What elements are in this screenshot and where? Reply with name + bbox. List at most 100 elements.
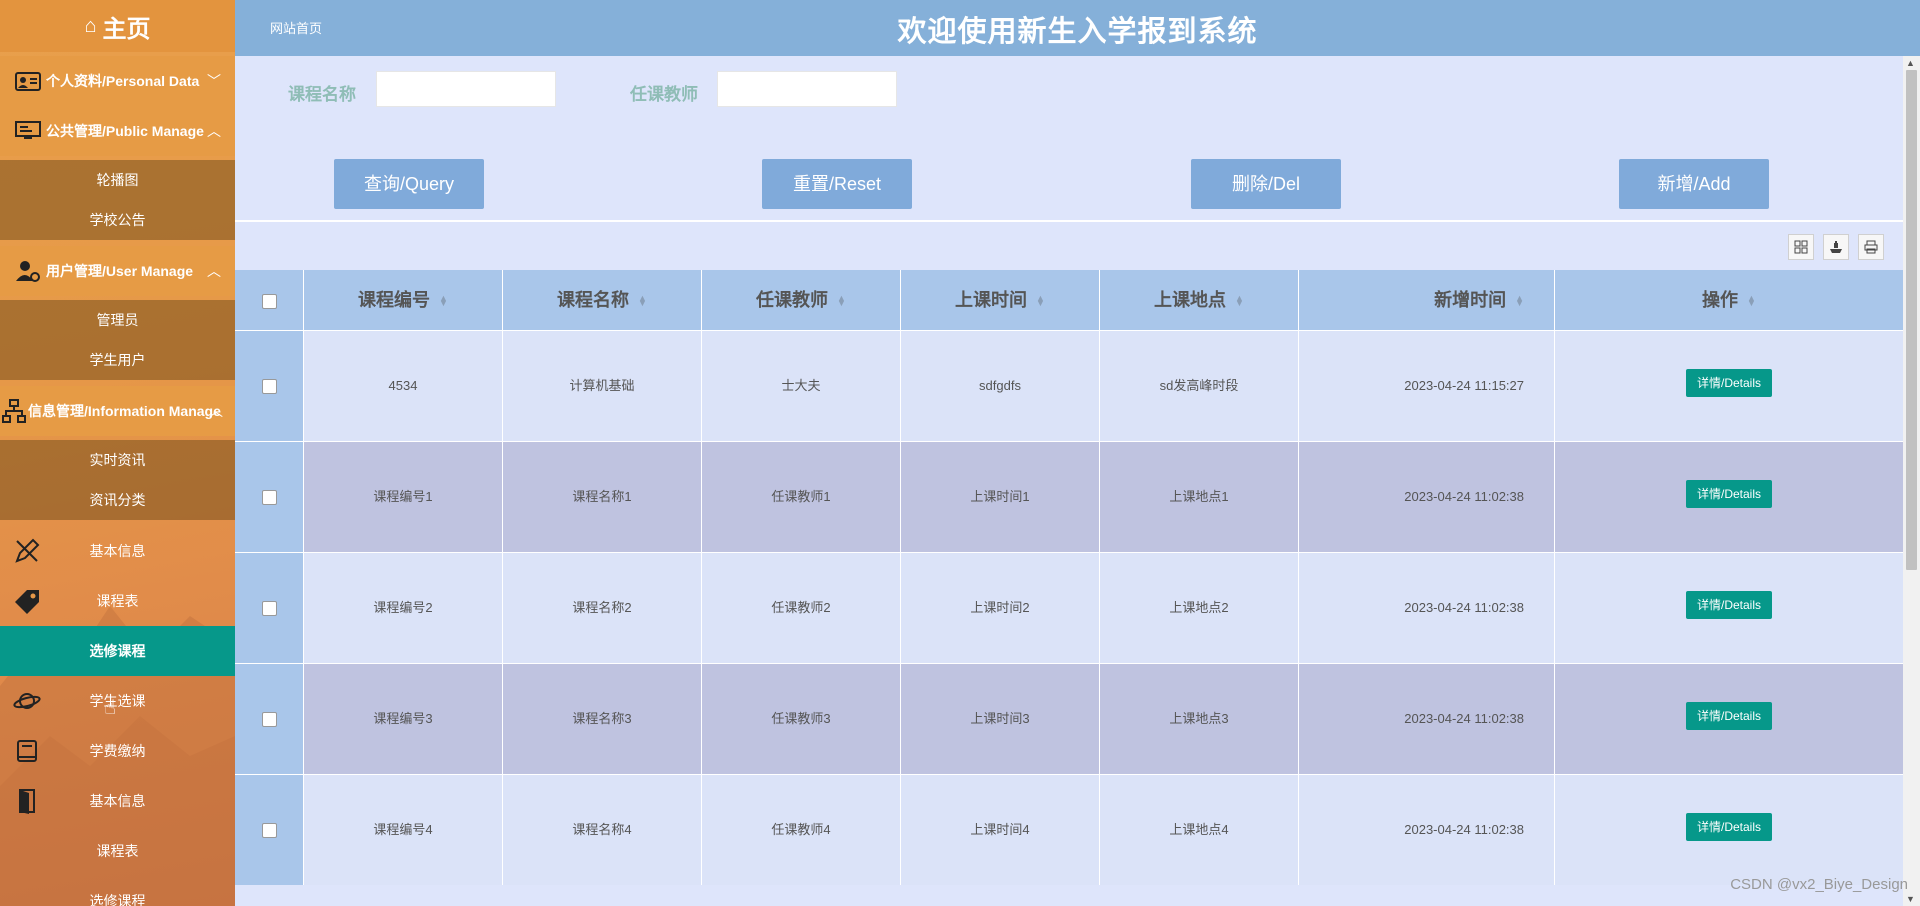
details-button[interactable]: 详情/Details (1686, 368, 1772, 397)
home-label: 主页 (102, 15, 151, 43)
cell-created-time: 2023-04-24 11:02:38 (1299, 553, 1555, 663)
menu-info-manage[interactable]: 信息管理/Information Manage ︿ (0, 386, 235, 436)
row-select-cell (235, 442, 304, 552)
row-checkbox[interactable] (261, 601, 277, 617)
cell-course-name: 课程名称2 (503, 553, 702, 663)
watermark: CSDN @vx2_Biye_Design (1730, 876, 1908, 893)
sidebar-item-label: 基本信息 (89, 543, 146, 559)
add-button[interactable]: 新增/Add (1619, 159, 1769, 209)
sidebar-item-student-user[interactable]: 学生用户 (0, 340, 235, 380)
cell-course-name: 课程名称3 (503, 664, 702, 774)
cell-teacher: 士大夫 (702, 331, 901, 441)
pencil-ruler-icon (12, 537, 42, 565)
id-card-icon (14, 67, 42, 95)
row-checkbox[interactable] (261, 712, 277, 728)
cell-actions: 详情/Details (1555, 775, 1903, 885)
col-header-course-name[interactable]: 课程名称 ▲ ▼ (503, 270, 702, 330)
sidebar-item-timetable[interactable]: 课程表 (0, 576, 235, 626)
row-select-cell (235, 331, 304, 441)
door-icon (12, 787, 42, 815)
sidebar-item-carousel[interactable]: 轮播图 (0, 160, 235, 200)
teacher-input[interactable] (717, 71, 897, 107)
sidebar-item-school-notice[interactable]: 学校公告 (0, 200, 235, 240)
select-all-checkbox[interactable] (261, 293, 277, 309)
sidebar-home[interactable]: ⌂ 主页 (0, 0, 235, 52)
col-header-created[interactable]: 新增时间 ▲ ▼ (1299, 270, 1555, 330)
row-checkbox[interactable] (261, 490, 277, 506)
cell-location: 上课地点1 (1100, 442, 1299, 552)
vertical-scrollbar[interactable]: ▲ ▼ (1903, 56, 1920, 906)
row-checkbox[interactable] (261, 823, 277, 839)
cell-class-time: sdfgdfs (901, 331, 1100, 441)
menu-user-manage[interactable]: 用户管理/User Manage ︿ (0, 246, 235, 296)
mouse-cursor-icon: ☝ (104, 697, 117, 719)
menu-personal-data[interactable]: 个人资料/Personal Data ﹀ (0, 56, 235, 106)
details-button[interactable]: 详情/Details (1686, 590, 1772, 619)
sort-icon: ▲ ▼ (1515, 293, 1524, 309)
sidebar-item-timetable-2[interactable]: 课程表 (0, 826, 235, 876)
cell-course-name: 课程名称4 (503, 775, 702, 885)
public-submenu: 轮播图 学校公告 (0, 160, 235, 240)
row-checkbox[interactable] (261, 379, 277, 395)
col-header-location[interactable]: 上课地点 ▲ ▼ (1100, 270, 1299, 330)
cell-actions: 详情/Details (1555, 331, 1903, 441)
sidebar-item-tuition[interactable]: 学费缴纳 (0, 726, 235, 776)
cell-teacher: 任课教师2 (702, 553, 901, 663)
main-content: 课程名称 任课教师 查询/Query 重置/Reset 删除/Del 新增/Ad… (235, 56, 1903, 906)
teacher-label: 任课教师 (630, 85, 698, 104)
cell-course-no: 课程编号3 (304, 664, 503, 774)
sitemap-icon (0, 397, 28, 425)
sidebar-item-basic-info[interactable]: 基本信息 (0, 526, 235, 576)
reset-button[interactable]: 重置/Reset (762, 159, 912, 209)
menu-info-label: 信息管理/Information Manage (28, 403, 221, 419)
col-header-class-time[interactable]: 上课时间 ▲ ▼ (901, 270, 1100, 330)
course-name-input[interactable] (376, 71, 556, 107)
details-button[interactable]: 详情/Details (1686, 812, 1772, 841)
menu-personal-label: 个人资料/Personal Data (46, 73, 200, 89)
monitor-icon (14, 117, 42, 145)
scroll-down-icon[interactable]: ▼ (1906, 894, 1915, 904)
sort-icon: ▲ ▼ (1235, 293, 1244, 309)
cell-teacher: 任课教师4 (702, 775, 901, 885)
sidebar-item-news-category[interactable]: 资讯分类 (0, 480, 235, 520)
delete-button[interactable]: 删除/Del (1191, 159, 1341, 209)
columns-toggle-icon[interactable] (1788, 234, 1814, 260)
query-button[interactable]: 查询/Query (334, 159, 484, 209)
cell-actions: 详情/Details (1555, 442, 1903, 552)
details-button[interactable]: 详情/Details (1686, 701, 1772, 730)
table-row: 课程编号4 课程名称4 任课教师4 上课时间4 上课地点4 2023-04-24 11:0… (235, 774, 1903, 885)
cell-location: sd发高峰时段 (1100, 331, 1299, 441)
sidebar: ⌂ 主页 个人资料/Personal Data ﹀ 公共管理/Public Ma… (0, 0, 235, 906)
cell-location: 上课地点2 (1100, 553, 1299, 663)
scroll-up-icon[interactable]: ▲ (1906, 58, 1915, 68)
sidebar-item-course-selection[interactable]: 学生选课 ☝ (0, 676, 235, 726)
sidebar-item-elective-course-2[interactable]: 选修课程 (0, 876, 235, 906)
col-header-course-no[interactable]: 课程编号 ▲ ▼ (304, 270, 503, 330)
sidebar-item-basic-info-2[interactable]: 基本信息 (0, 776, 235, 826)
col-header-teacher[interactable]: 任课教师 ▲ ▼ (702, 270, 901, 330)
table-header: 课程编号 ▲ ▼ 课程名称 ▲ ▼ 任课教师 ▲ ▼ 上课时间 ▲ ▼ 上课地点 ▲ ▼ 新增时间 ▲… (235, 270, 1903, 330)
user-gear-icon (14, 257, 42, 285)
cell-course-name: 计算机基础 (503, 331, 702, 441)
menu-public-label: 公共管理/Public Manage (46, 123, 204, 139)
cell-class-time: 上课时间3 (901, 664, 1100, 774)
sidebar-item-label: 选修课程 (89, 893, 146, 906)
sort-icon: ▲ ▼ (837, 293, 846, 309)
cell-created-time: 2023-04-24 11:15:27 (1299, 331, 1555, 441)
cell-class-time: 上课时间4 (901, 775, 1100, 885)
cell-teacher: 任课教师1 (702, 442, 901, 552)
cell-location: 上课地点4 (1100, 775, 1299, 885)
sidebar-item-news[interactable]: 实时资讯 (0, 440, 235, 480)
menu-public-manage[interactable]: 公共管理/Public Manage ︿ (0, 106, 235, 156)
sidebar-item-elective-course[interactable]: 选修课程 (0, 626, 235, 676)
cell-course-no: 4534 (304, 331, 503, 441)
table-row: 课程编号3 课程名称3 任课教师3 上课时间3 上课地点3 2023-04-24 11:0… (235, 663, 1903, 774)
export-icon[interactable] (1823, 234, 1849, 260)
sidebar-item-admin[interactable]: 管理员 (0, 300, 235, 340)
home-icon: ⌂ (84, 14, 97, 37)
sidebar-item-label: 课程表 (96, 593, 139, 609)
scrollbar-thumb[interactable] (1906, 70, 1917, 570)
print-icon[interactable] (1858, 234, 1884, 260)
cell-class-time: 上课时间1 (901, 442, 1100, 552)
details-button[interactable]: 详情/Details (1686, 479, 1772, 508)
